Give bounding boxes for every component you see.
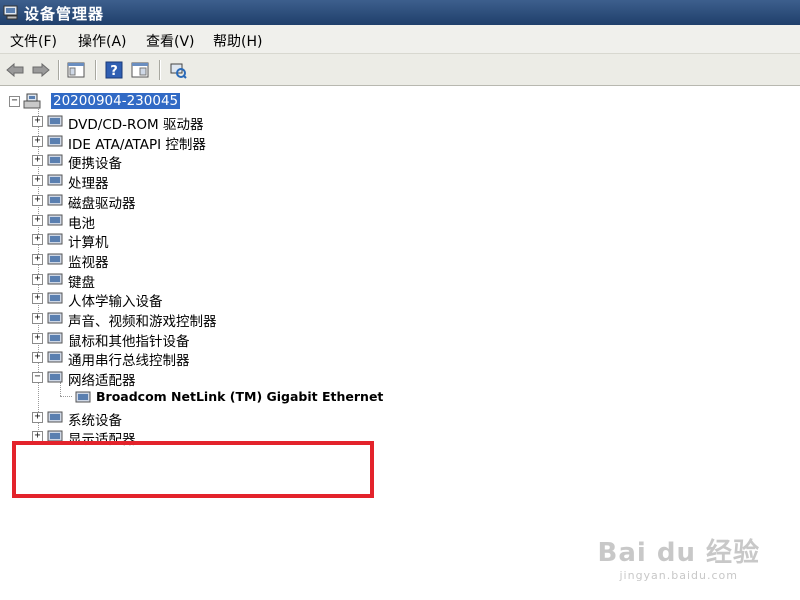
category-item[interactable]: + 处理器 [32, 171, 432, 192]
computer-icon [47, 233, 63, 245]
category-item[interactable]: + 键盘 [32, 270, 432, 291]
mouse-icon [47, 332, 63, 344]
menu-view[interactable]: 查看(V) [146, 31, 195, 51]
category-item[interactable]: − 网络适配器 [32, 368, 432, 389]
forward-arrow-icon [32, 63, 50, 77]
toolbar-separator [159, 60, 161, 80]
category-item[interactable]: + 计算机 [32, 230, 432, 251]
tree-item-label[interactable]: 人体学输入设备 [68, 290, 163, 310]
expand-toggle[interactable]: + [32, 253, 43, 265]
menu-file[interactable]: 文件(F) [10, 31, 57, 51]
tree-item-label[interactable]: 通用串行总线控制器 [68, 349, 190, 369]
usb-icon [47, 351, 63, 363]
annotation-highlight-box [12, 441, 374, 498]
hid-icon [47, 292, 63, 304]
toolbar: ? [0, 54, 800, 86]
tree-item-label[interactable]: 键盘 [68, 271, 95, 291]
tree-connector [60, 395, 72, 397]
watermark-url: jingyan.baidu.com [619, 569, 738, 582]
show-hide-console-tree-icon [67, 62, 85, 78]
disk-drive-icon [47, 194, 63, 206]
ide-controller-icon [47, 135, 63, 147]
category-item[interactable]: + 电池 [32, 211, 432, 232]
computer-name[interactable]: 20200904-230045 [51, 93, 181, 109]
category-item[interactable]: + 磁盘驱动器 [32, 191, 432, 212]
tree-item-label[interactable]: 系统设备 [68, 409, 122, 429]
tree-item-label[interactable]: 便携设备 [68, 152, 122, 172]
tree-item-label[interactable]: 处理器 [68, 172, 109, 192]
expand-toggle[interactable]: + [32, 155, 43, 167]
category-item[interactable]: + DVD/CD-ROM 驱动器 [32, 112, 432, 133]
expand-toggle[interactable]: + [32, 313, 43, 324]
window-title: 设备管理器 [24, 5, 105, 23]
back-arrow-icon [6, 63, 24, 77]
tree-item-label[interactable]: 网络适配器 [68, 369, 136, 389]
category-item[interactable]: + IDE ATA/ATAPI 控制器 [32, 132, 432, 153]
watermark-brand: Bai du 经验 [597, 538, 760, 568]
dvd-drive-icon [47, 115, 63, 127]
tree-item-label[interactable]: IDE ATA/ATAPI 控制器 [68, 133, 206, 153]
expand-toggle[interactable]: + [32, 332, 43, 344]
category-item[interactable]: + 系统设备 [32, 408, 432, 429]
tree-item-label[interactable]: Broadcom NetLink (TM) Gigabit Ethernet [96, 389, 383, 404]
category-item[interactable]: + 监视器 [32, 250, 432, 271]
expand-toggle[interactable]: + [32, 234, 43, 246]
device-manager-app-icon [3, 5, 18, 20]
tree-item-label[interactable]: 监视器 [68, 251, 109, 271]
computer-root-icon [23, 93, 41, 109]
device-item[interactable]: Broadcom NetLink (TM) Gigabit Ethernet [54, 388, 454, 407]
svg-text:?: ? [110, 64, 118, 79]
toolbar-separator [95, 60, 97, 80]
processor-icon [47, 174, 63, 186]
help-icon: ? [105, 61, 123, 79]
tree-item-label[interactable]: 计算机 [68, 231, 109, 251]
tree-item-label[interactable]: 磁盘驱动器 [68, 192, 136, 212]
sound-icon [47, 312, 63, 324]
tree-item-label[interactable]: DVD/CD-ROM 驱动器 [68, 113, 203, 133]
category-item[interactable]: + 声音、视频和游戏控制器 [32, 309, 432, 330]
portable-device-icon [47, 154, 63, 166]
monitor-icon [47, 253, 63, 265]
system-device-icon [47, 411, 63, 422]
category-item[interactable]: + 便携设备 [32, 151, 432, 172]
watermark: Bai du 经验 jingyan.baidu.com [598, 532, 761, 582]
tree-root[interactable]: − 20200904-230045 [9, 92, 309, 111]
expand-toggle[interactable]: + [32, 214, 43, 226]
forward-button[interactable] [30, 59, 52, 81]
menu-action[interactable]: 操作(A) [78, 31, 127, 51]
expand-toggle[interactable]: + [32, 293, 43, 305]
expand-toggle[interactable]: + [32, 273, 43, 285]
menu-bar: 文件(F) 操作(A) 查看(V) 帮助(H) [0, 25, 800, 54]
collapse-toggle[interactable]: − [32, 372, 43, 384]
properties-button[interactable] [129, 59, 151, 81]
scan-hardware-icon [170, 63, 187, 79]
category-item[interactable]: + 鼠标和其他指针设备 [32, 329, 432, 350]
help-button[interactable]: ? [103, 59, 125, 81]
tree-item-label[interactable]: 鼠标和其他指针设备 [68, 330, 190, 350]
device-tree: − 20200904-230045 + DVD/CD-ROM 驱动器 + IDE AT… [0, 86, 800, 600]
title-bar: 设备管理器 [0, 0, 800, 25]
show-hide-console-tree-button[interactable] [65, 59, 87, 81]
expand-toggle[interactable]: + [32, 175, 43, 187]
expand-toggle[interactable]: + [32, 352, 43, 364]
menu-help[interactable]: 帮助(H) [213, 31, 262, 51]
tree-item-label[interactable]: 电池 [68, 212, 95, 232]
back-button[interactable] [4, 59, 26, 81]
tree-item-label[interactable]: 声音、视频和游戏控制器 [68, 310, 217, 330]
category-item[interactable]: + 人体学输入设备 [32, 289, 432, 310]
keyboard-icon [47, 273, 63, 285]
category-item[interactable]: + 通用串行总线控制器 [32, 348, 432, 369]
collapse-toggle[interactable]: − [9, 96, 20, 107]
battery-icon [47, 214, 63, 225]
expand-toggle[interactable]: + [32, 116, 43, 127]
expand-toggle[interactable]: + [32, 411, 43, 423]
properties-icon [131, 62, 149, 78]
expand-toggle[interactable]: + [32, 194, 43, 206]
network-adapter-icon [47, 371, 63, 383]
scan-hardware-button[interactable] [167, 59, 189, 81]
expand-toggle[interactable]: + [32, 135, 43, 147]
toolbar-separator [58, 60, 60, 80]
network-card-icon [75, 391, 91, 403]
